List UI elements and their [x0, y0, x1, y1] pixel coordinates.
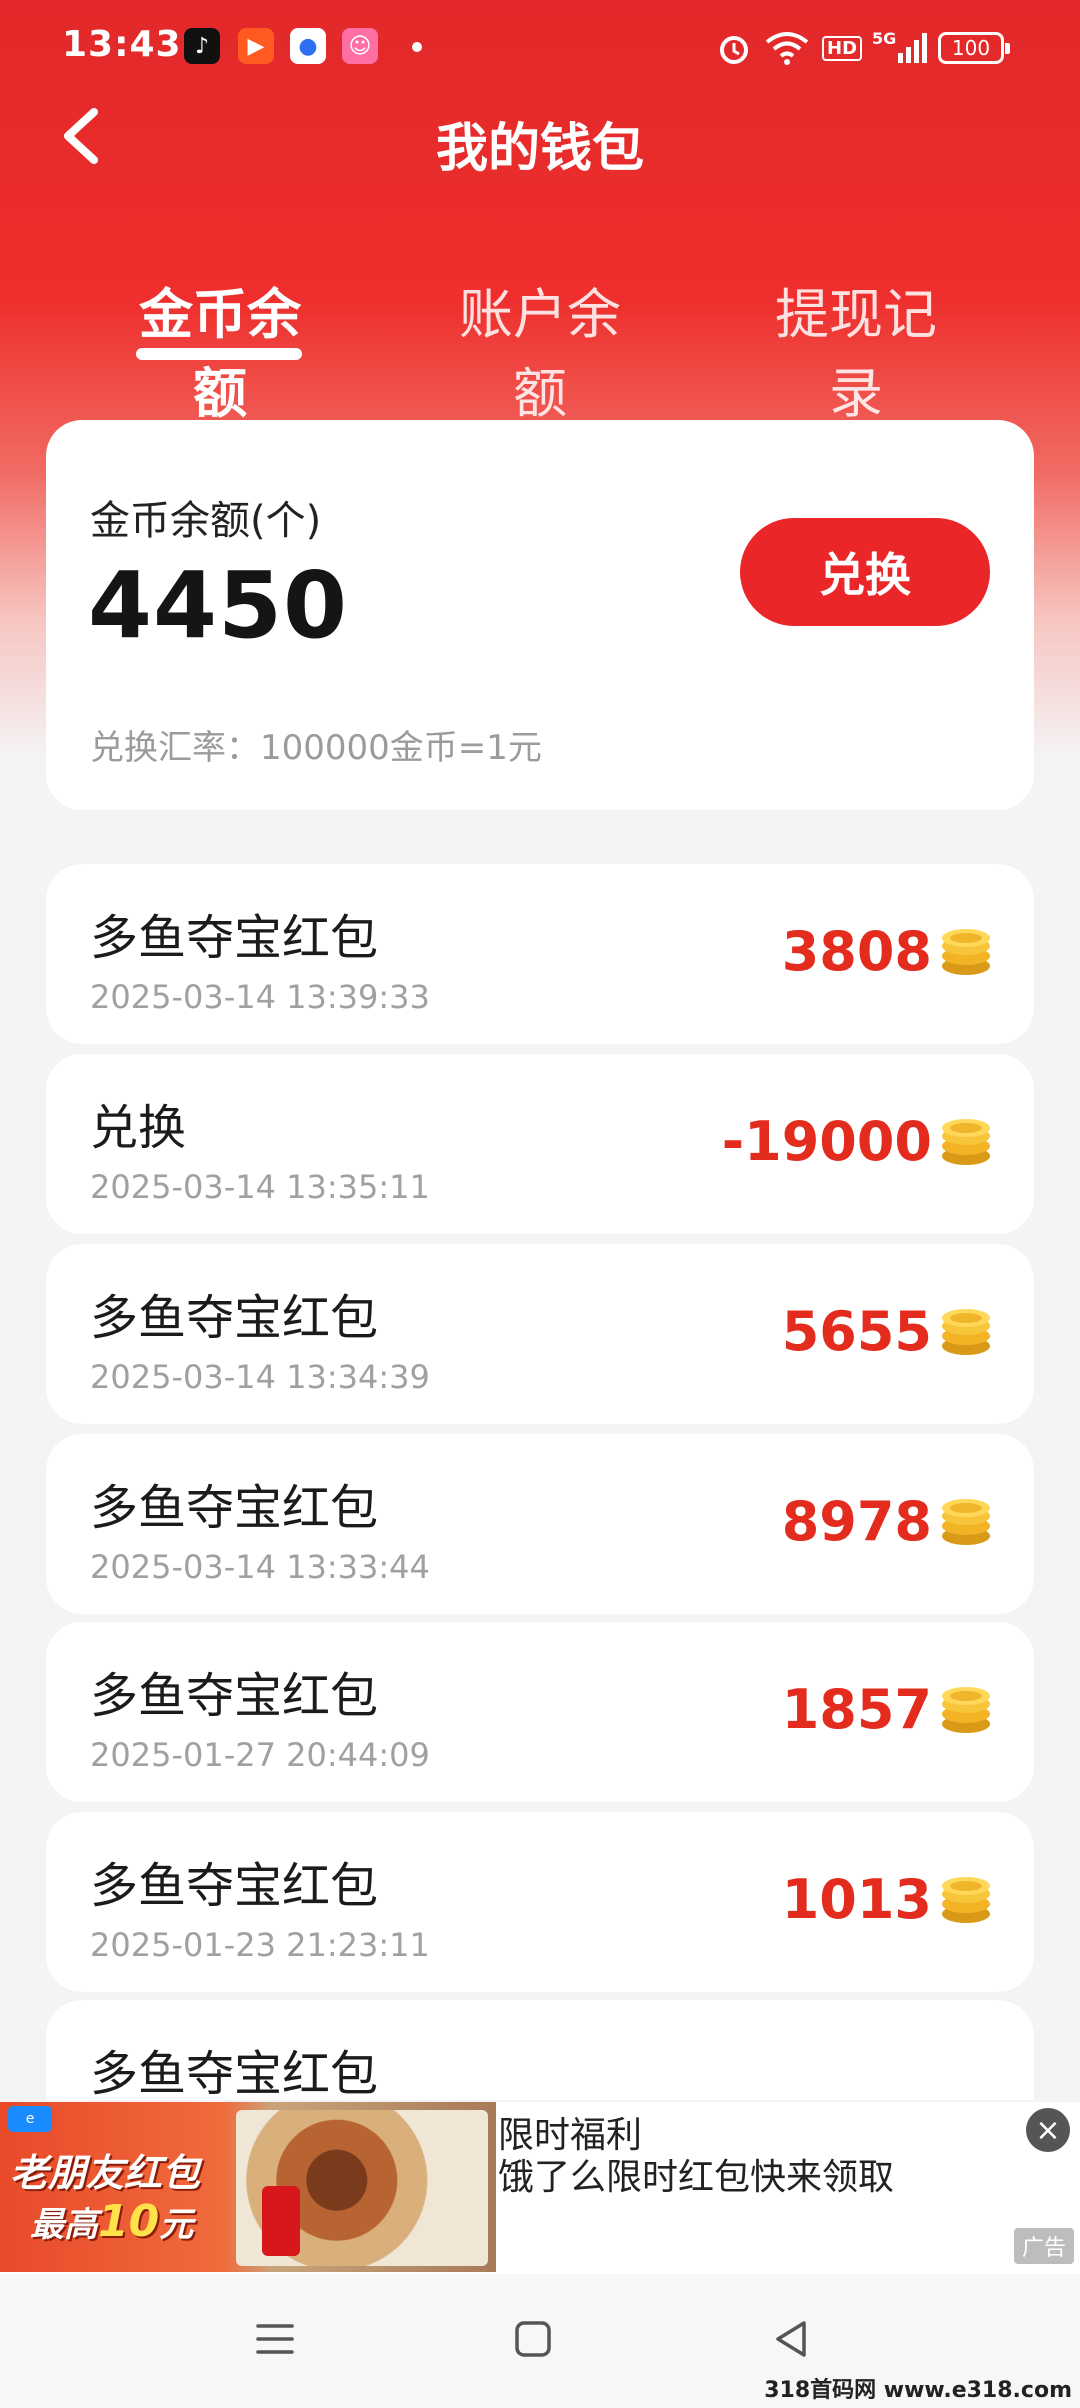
exchange-button[interactable]: 兑换	[740, 518, 990, 626]
status-time: 13:43	[62, 24, 182, 65]
cola-can-image	[262, 2186, 300, 2256]
active-tab-indicator	[136, 348, 302, 360]
list-item: 多鱼夺宝红包 2025-03-14 13:39:33 3808	[46, 864, 1034, 1044]
record-time: 2025-01-23 21:23:11	[90, 1926, 430, 1964]
record-time: 2025-01-27 20:44:09	[90, 1736, 430, 1774]
battery-icon: 100	[938, 32, 1010, 64]
ad-image-headline: 老朋友红包	[10, 2151, 201, 2195]
coin-icon	[942, 1309, 990, 1355]
record-amount: 1857	[781, 1678, 932, 1741]
record-time: 2025-03-14 13:33:44	[90, 1548, 430, 1586]
video-app-icon: ▶	[238, 28, 274, 64]
list-item: 多鱼夺宝红包	[46, 2000, 1034, 2100]
record-title: 兑换	[90, 1100, 187, 1156]
menu-icon[interactable]	[250, 2314, 300, 2364]
ad-tag: 广告	[1013, 2228, 1074, 2264]
hd-label: HD	[822, 35, 863, 61]
record-amount: -19000	[721, 1110, 932, 1173]
record-title: 多鱼夺宝红包	[90, 910, 379, 966]
exchange-rate-text: 兑换汇率：100000金币=1元	[90, 728, 542, 768]
status-bar: 13:43 ♪ ▶ ● ☺ HD 5G 100	[0, 0, 1080, 96]
wifi-icon	[764, 28, 810, 68]
balance-label: 金币余额(个)	[90, 498, 322, 544]
record-title: 多鱼夺宝红包	[90, 1858, 379, 1914]
balance-card: 金币余额(个) 4450 兑换 兑换汇率：100000金币=1元	[46, 420, 1034, 810]
record-time: 2025-03-14 13:39:33	[90, 978, 430, 1016]
balance-value: 4450	[88, 552, 349, 659]
coin-icon	[942, 1499, 990, 1545]
record-amount: 3808	[781, 920, 932, 983]
record-title: 多鱼夺宝红包	[90, 1668, 379, 1724]
notification-dot	[412, 42, 422, 52]
close-icon[interactable]: ×	[1026, 2108, 1070, 2152]
ad-image[interactable]: e 老朋友红包 最高10元	[0, 2102, 496, 2272]
coin-icon	[942, 1119, 990, 1165]
tab-account-balance[interactable]: 账户余额	[436, 270, 644, 428]
back-triangle-icon[interactable]	[766, 2314, 816, 2364]
record-title: 多鱼夺宝红包	[90, 2046, 379, 2100]
record-amount: 8978	[781, 1490, 932, 1553]
home-icon[interactable]	[508, 2314, 558, 2364]
ad-image-subline: 最高10元	[30, 2196, 193, 2247]
record-time: 2025-03-14 13:35:11	[90, 1168, 430, 1206]
tiktok-icon: ♪	[184, 28, 220, 64]
ad-image-subline-prefix: 最高	[30, 2205, 98, 2245]
list-item: 多鱼夺宝红包 2025-01-27 20:44:09 1857	[46, 1622, 1034, 1802]
signal-icon: 5G	[872, 28, 932, 68]
ad-banner[interactable]: e 老朋友红包 最高10元 限时福利 饿了么限时红包快来领取 × 广告	[0, 2102, 1080, 2274]
list-item: 多鱼夺宝红包 2025-03-14 13:33:44 8978	[46, 1434, 1034, 1614]
record-amount: 1013	[781, 1868, 932, 1931]
cartoon-app-icon: ☺	[342, 28, 378, 64]
record-time: 2025-03-14 13:34:39	[90, 1358, 430, 1396]
baidu-icon: ●	[290, 28, 326, 64]
system-nav-bar: 318首码网 www.e318.com	[0, 2274, 1080, 2408]
list-item: 兑换 2025-03-14 13:35:11 -19000	[46, 1054, 1034, 1234]
battery-level: 100	[951, 36, 991, 60]
list-item: 多鱼夺宝红包 2025-01-23 21:23:11 1013	[46, 1812, 1034, 1992]
coin-icon	[942, 1877, 990, 1923]
network-label: 5G	[872, 28, 897, 48]
record-title: 多鱼夺宝红包	[90, 1480, 379, 1536]
alarm-icon	[716, 28, 752, 68]
record-title: 多鱼夺宝红包	[90, 1290, 379, 1346]
record-amount: 5655	[781, 1300, 932, 1363]
eleme-logo-icon: e	[8, 2106, 52, 2132]
hd-badge: HD	[822, 28, 863, 68]
ad-tag-label: 广告	[1021, 2236, 1066, 2261]
tab-withdraw-records[interactable]: 提现记录	[752, 270, 960, 428]
page-title: 我的钱包	[435, 119, 644, 179]
coin-icon	[942, 1687, 990, 1733]
list-item: 多鱼夺宝红包 2025-03-14 13:34:39 5655	[46, 1244, 1034, 1424]
ad-image-amount: 10	[98, 2196, 160, 2247]
coin-icon	[942, 929, 990, 975]
ad-description: 饿了么限时红包快来领取	[498, 2157, 895, 2198]
watermark: 318首码网 www.e318.com	[764, 2378, 1072, 2403]
ad-image-subline-suffix: 元	[159, 2205, 194, 2245]
